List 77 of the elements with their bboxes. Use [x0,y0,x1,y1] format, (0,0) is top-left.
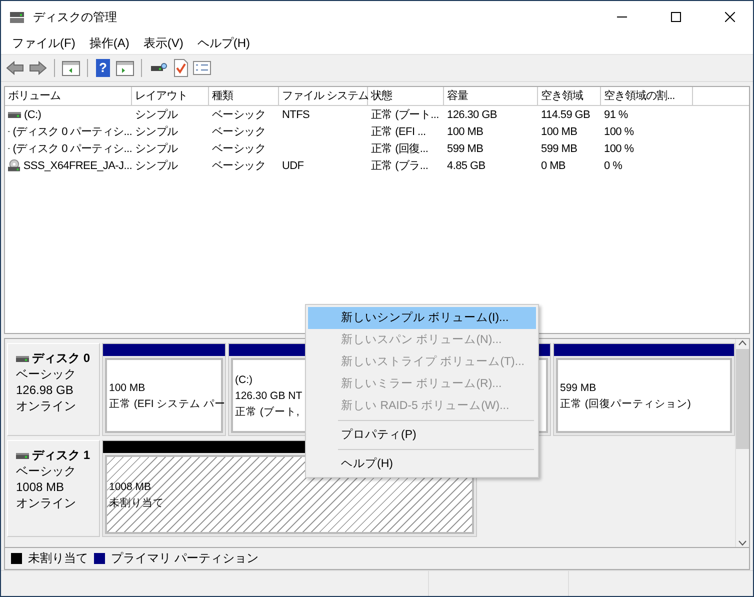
disk-info-panel[interactable]: ディスク 1 ベーシック 1008 MB オンライン [7,440,100,537]
partition-text: 599 MB [560,380,596,396]
menu-item[interactable]: 表示(V) [136,35,190,52]
disk-size: 126.98 GB [16,382,74,398]
table-cell-text: 正常 (EFI ... [371,125,426,139]
disk-info-panel[interactable]: ディスク 0 ベーシック 126.98 GB オンライン [7,343,100,436]
menu-item[interactable]: ヘルプ(H) [190,35,257,52]
disk-name: ディスク 0 [32,350,90,366]
partition-text: 100 MB [109,380,146,396]
disk-type: ベーシック [16,463,77,479]
disk-size: 1008 MB [16,479,66,495]
partition-text: 正常 (ブート, [235,404,300,420]
table-cell: 100 MB [447,126,484,138]
table-cell: NTFS [282,108,310,120]
disk-type: ベーシック [16,366,77,382]
checkmark-document-button[interactable] [173,57,189,79]
disk-status: オンライン [16,398,77,414]
column-header[interactable]: ファイル システム [279,87,368,105]
table-cell: 100 MB [541,126,578,138]
table-cell: 114.59 GB [541,108,590,120]
scroll-up-icon[interactable] [738,339,747,347]
table-cell-text: ベーシック [212,125,266,139]
table-cell-text: (ディスク 0 パーティシ... [12,125,132,139]
table-cell: 100 % [604,142,634,154]
table-cell: 4.85 GB [447,160,486,172]
partition-block[interactable]: 599 MB 正常 (回復パーティション) [553,343,735,436]
table-cell: SSS_X64FREE_JA-J... [23,160,132,172]
table-cell-text: ベーシック [212,142,266,156]
column-header[interactable]: 容量 [444,87,538,105]
table-cell-text: (ディスク 0 パーティシ... [12,142,132,156]
menu-item[interactable]: 操作(A) [82,35,136,52]
maximize-icon [671,12,681,22]
column-header[interactable]: レイアウト [132,87,209,105]
drive-icon [8,110,21,119]
table-cell-text: シンプル [135,124,178,139]
table-cell-text: シンプル [135,142,178,156]
partition-text: 1008 MB [109,480,152,494]
column-header[interactable]: 空き領域の割... [601,87,693,105]
window-title: ディスクの管理 [33,8,118,26]
table-cell: 0 % [604,160,622,172]
partition-text: 未割り当て [109,496,164,510]
context-menu-item[interactable]: 新しいシンプル ボリューム(I)... [308,307,536,329]
table-cell: 126.30 GB [447,108,497,120]
partition-text: 126.30 GB NT [235,388,302,404]
table-cell-text: 正常 (ブラ... [371,158,428,173]
disk-management-icon [9,10,25,24]
table-cell-text: 正常 (ブート... [371,108,439,122]
menu-item[interactable]: ファイル(F) [5,35,82,52]
legend-label: プライマリ パーティション [111,550,258,567]
table-cell-text: シンプル [135,108,178,122]
table-cell: 100 % [604,126,634,138]
table-cell: 91 % [604,108,628,120]
partition-block[interactable]: 100 MB 正常 (EFI システム パー [102,343,226,436]
scroll-down-icon[interactable] [738,539,747,547]
table-cell-text: 正常 (回復... [371,142,428,156]
column-header[interactable]: ボリューム [5,87,132,105]
disk-name: ディスク 1 [32,447,90,463]
table-cell-text: ベーシック [212,108,266,122]
table-cell: 0 MB [541,160,566,172]
table-cell: 599 MB [447,142,484,154]
close-icon [725,12,735,22]
table-cell: 599 MB [541,142,578,154]
table-cell: (C:) [24,108,42,120]
table-cell-text: シンプル [135,158,178,173]
disk-status: オンライン [16,495,77,511]
legend-label: 未割り当て [28,550,88,567]
partition-label: (C:) [235,372,252,388]
partition-text: 正常 (回復パーティション) [560,396,691,412]
partition-text: 正常 (EFI システム パー [109,396,226,412]
column-header[interactable]: 状態 [368,87,444,105]
optical-drive-icon [8,159,20,172]
table-cell: UDF [282,160,304,172]
column-header[interactable]: 空き領域 [538,87,601,105]
column-header[interactable]: 種類 [209,87,279,105]
help-button[interactable]: ? [96,59,110,77]
scrollbar[interactable] [735,339,749,547]
table-cell-text: ベーシック [212,159,266,173]
